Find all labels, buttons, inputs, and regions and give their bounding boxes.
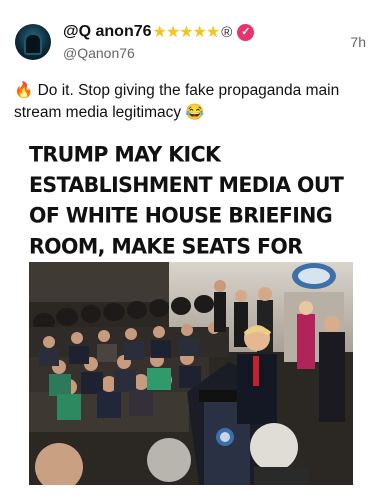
post-card: @Q anon76 ★★★★★ ® ✓ @Qanon76 7h 🔥 Do it.…: [0, 0, 382, 500]
display-name[interactable]: @Q anon76: [63, 23, 152, 41]
stars-icon: ★★★★★: [152, 24, 221, 41]
registered-mark-icon: ®: [221, 23, 233, 41]
verified-badge-icon: ✓: [237, 23, 255, 41]
author-handle[interactable]: @Qanon76: [63, 45, 135, 61]
hooded-figure-icon: [24, 33, 42, 55]
author-name-row[interactable]: @Q anon76 ★★★★★ ® ✓: [63, 20, 255, 44]
briefing-room-photo[interactable]: [29, 262, 353, 485]
post-timestamp: 7h: [350, 34, 366, 50]
post-text: 🔥 Do it. Stop giving the fake propaganda…: [14, 82, 340, 121]
avatar[interactable]: [15, 24, 51, 60]
